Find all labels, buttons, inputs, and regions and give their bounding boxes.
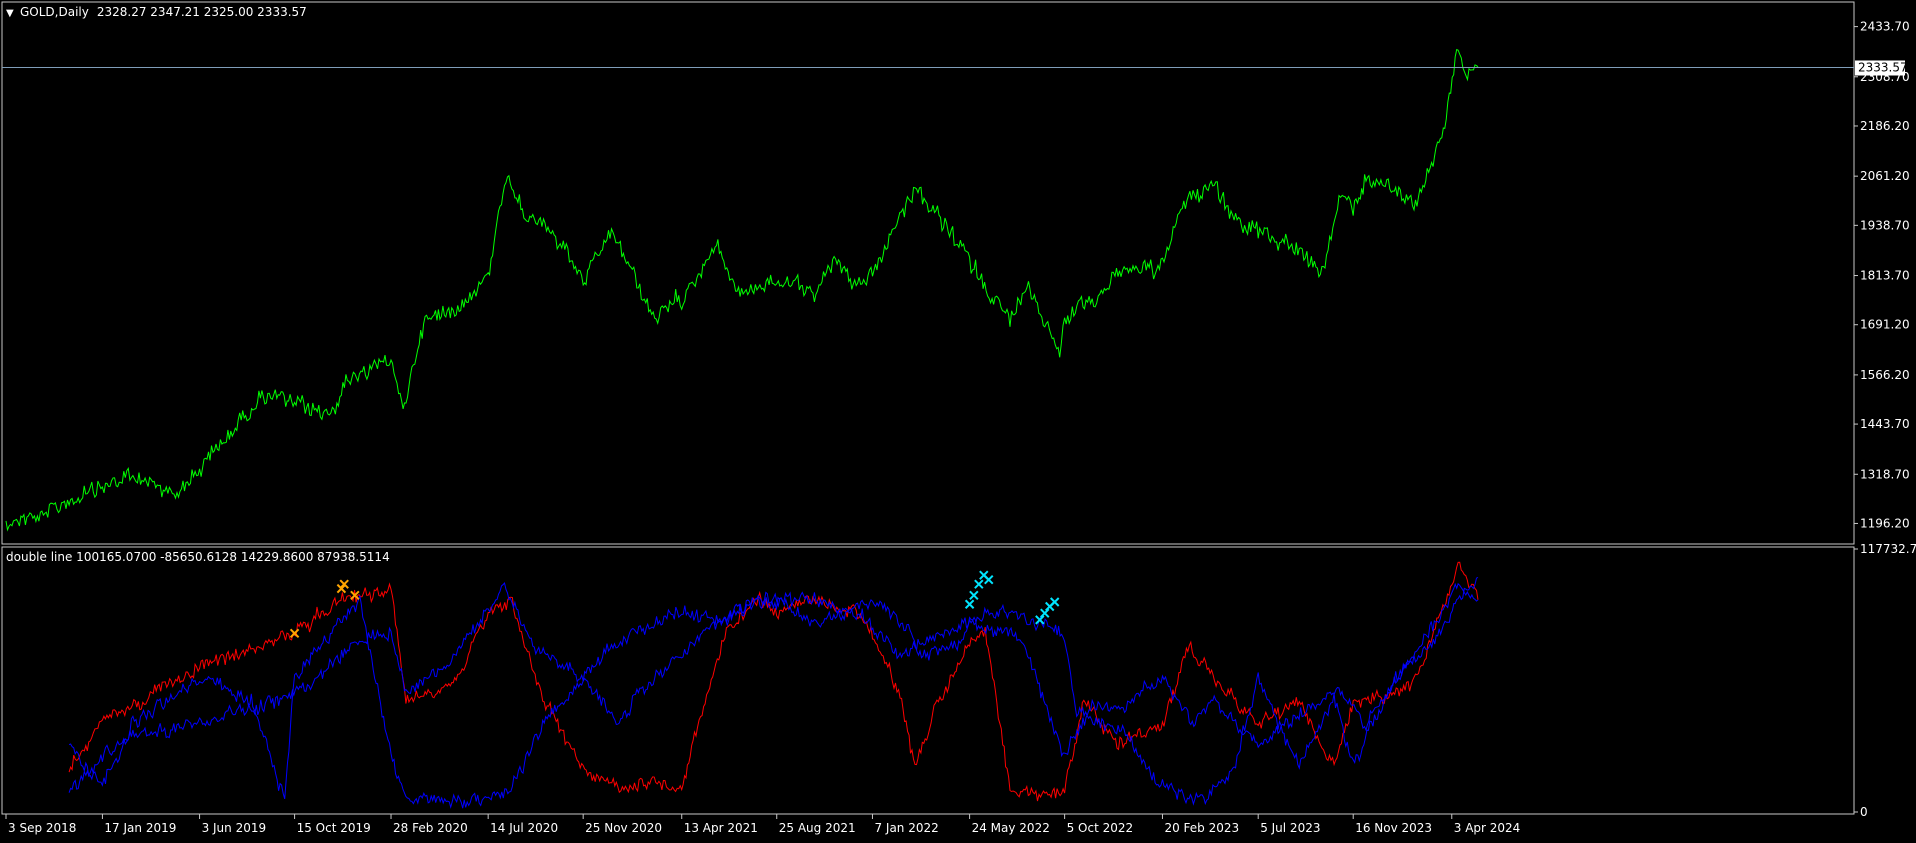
y-tick-label: 1813.70 [1860, 269, 1910, 283]
y-tick-label: 1938.70 [1860, 218, 1910, 232]
x-tick-label: 3 Jun 2019 [202, 821, 267, 835]
y-tick-label: 2433.70 [1860, 20, 1910, 34]
x-tick-label: 14 Jul 2020 [490, 821, 558, 835]
x-tick-label: 25 Nov 2020 [585, 821, 662, 835]
y-tick-label: 2186.20 [1860, 119, 1910, 133]
x-tick-label: 5 Jul 2023 [1260, 821, 1320, 835]
ohlc-values: 2328.27 2347.21 2325.00 2333.57 [97, 5, 307, 19]
x-tick-label: 24 May 2022 [972, 821, 1050, 835]
y-tick-label: 1443.70 [1860, 417, 1910, 431]
indicator-y-tick-label: 0 [1860, 805, 1868, 819]
x-tick-label: 3 Sep 2018 [8, 821, 76, 835]
chart-background [0, 0, 1916, 840]
main-panel-title: GOLD,Daily 2328.27 2347.21 2325.00 2333.5… [20, 5, 307, 19]
y-tick-label: 1196.20 [1860, 516, 1910, 530]
collapse-arrow-icon[interactable]: ▼ [6, 8, 14, 19]
y-tick-label: 2061.20 [1860, 169, 1910, 183]
symbol-label: GOLD,Daily [20, 5, 89, 19]
y-tick-label: 1318.70 [1860, 467, 1910, 481]
x-tick-label: 20 Feb 2023 [1164, 821, 1239, 835]
current-price-label: 2333.57 [1858, 61, 1908, 75]
x-tick-label: 17 Jan 2019 [104, 821, 176, 835]
trading-chart: 2433.702308.702186.202061.201938.701813.… [0, 0, 1916, 840]
y-tick-label: 1691.20 [1860, 318, 1910, 332]
indicator-y-tick-label: 117732.74 [1860, 542, 1916, 556]
x-tick-label: 13 Apr 2021 [684, 821, 758, 835]
x-tick-label: 3 Apr 2024 [1454, 821, 1521, 835]
x-tick-label: 16 Nov 2023 [1355, 821, 1432, 835]
y-tick-label: 1566.20 [1860, 368, 1910, 382]
indicator-panel-title: double line 100165.0700 -85650.6128 1422… [6, 550, 390, 564]
x-tick-label: 15 Oct 2019 [297, 821, 371, 835]
x-tick-label: 28 Feb 2020 [393, 821, 468, 835]
x-tick-label: 7 Jan 2022 [874, 821, 938, 835]
x-tick-label: 5 Oct 2022 [1067, 821, 1134, 835]
chart-root: 2433.70 2308.70 2186.20 2061.20 1938.70 1813.… [0, 0, 1916, 840]
x-tick-label: 25 Aug 2021 [779, 821, 856, 835]
